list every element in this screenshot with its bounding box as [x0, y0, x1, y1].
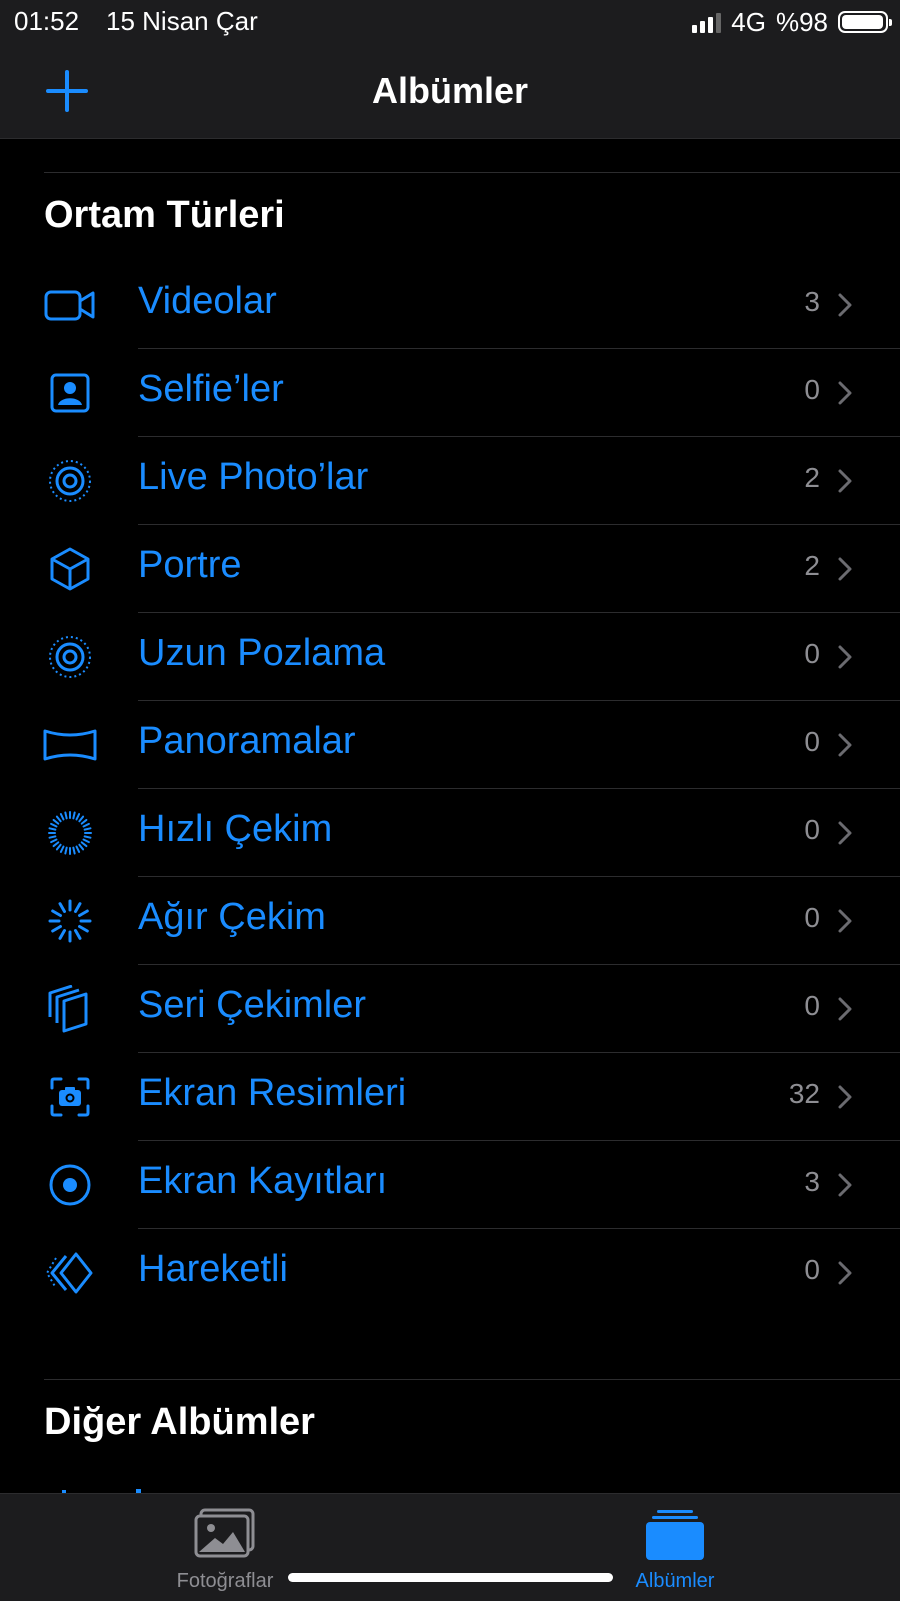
chevron-right-icon	[838, 1173, 852, 1197]
album-label: Panoramalar	[138, 720, 356, 762]
album-count: 0	[804, 1254, 820, 1285]
battery-percent: %98	[775, 6, 828, 37]
album-count: 2	[804, 550, 820, 581]
long-exposure-icon	[42, 631, 98, 683]
album-label: Seri Çekimler	[138, 984, 367, 1026]
album-row-screen-recordings[interactable]: Ekran Kayıtları 3	[0, 1141, 900, 1229]
tab-photos[interactable]: Fotoğraflar	[125, 1508, 325, 1598]
album-label: Uzun Pozlama	[138, 632, 386, 674]
album-label: Ağır Çekim	[138, 896, 326, 938]
tab-bar: Fotoğraflar Albümler	[0, 1493, 900, 1601]
album-count: 0	[804, 374, 820, 405]
chevron-right-icon	[838, 381, 852, 405]
album-label: Ekran Resimleri	[138, 1072, 407, 1114]
page-title: Albümler	[371, 70, 529, 111]
chevron-right-icon	[838, 1085, 852, 1109]
screen-recording-icon	[42, 1159, 98, 1211]
chevron-right-icon	[838, 821, 852, 845]
album-row-selfies[interactable]: Selfie’ler 0	[0, 349, 900, 437]
chevron-right-icon	[838, 469, 852, 493]
album-count: 2	[804, 462, 820, 493]
album-count: 0	[804, 814, 820, 845]
section-title-other-albums: Diğer Albümler	[44, 1401, 315, 1443]
status-indicators: 4G %98	[692, 6, 892, 38]
album-row-portrait[interactable]: Portre 2	[0, 525, 900, 613]
divider	[44, 1379, 900, 1380]
status-time: 01:52	[14, 6, 80, 36]
tab-albums[interactable]: Albümler	[575, 1508, 775, 1598]
album-count: 0	[804, 726, 820, 757]
cube-icon	[42, 543, 98, 595]
chevron-right-icon	[838, 909, 852, 933]
status-bar: 01:52 15 Nisan Çar 4G %98	[0, 0, 900, 44]
burst-icon	[42, 983, 98, 1035]
animated-icon	[42, 1247, 98, 1299]
album-count: 3	[804, 286, 820, 317]
panorama-icon	[42, 719, 98, 771]
album-row-live-photos[interactable]: Live Photo’lar 2	[0, 437, 900, 525]
album-row-long-exposure[interactable]: Uzun Pozlama 0	[0, 613, 900, 701]
partial-album-row[interactable]	[44, 1481, 244, 1493]
timelapse-icon	[42, 807, 98, 859]
selfie-portrait-icon	[42, 367, 98, 419]
chevron-right-icon	[838, 557, 852, 581]
divider	[44, 172, 900, 173]
album-label: Ekran Kayıtları	[138, 1160, 388, 1202]
album-row-slow-motion[interactable]: Ağır Çekim 0	[0, 877, 900, 965]
cellular-signal-icon	[692, 11, 722, 33]
slow-motion-icon	[42, 895, 98, 947]
album-row-bursts[interactable]: Seri Çekimler 0	[0, 965, 900, 1053]
album-label: Portre	[138, 544, 242, 586]
albums-list[interactable]: Ortam Türleri Videolar 3 Selfie’ler 0 Li…	[0, 139, 900, 1493]
battery-icon	[838, 11, 892, 33]
album-count: 0	[804, 902, 820, 933]
status-date: 15 Nisan Çar	[106, 6, 258, 36]
album-label: Live Photo’lar	[138, 456, 369, 498]
album-label: Hareketli	[138, 1248, 288, 1290]
album-row-videos[interactable]: Videolar 3	[0, 261, 900, 349]
album-label: Selfie’ler	[138, 368, 284, 410]
album-label: Hızlı Çekim	[138, 808, 333, 850]
album-label: Videolar	[138, 280, 277, 322]
album-count: 32	[788, 1078, 820, 1109]
chevron-right-icon	[838, 293, 852, 317]
photos-icon	[194, 1508, 255, 1558]
live-photo-icon	[42, 455, 98, 507]
album-count: 0	[804, 990, 820, 1021]
chevron-right-icon	[838, 645, 852, 669]
album-count: 3	[804, 1166, 820, 1197]
section-title-media-types: Ortam Türleri	[44, 194, 285, 236]
home-indicator[interactable]	[288, 1573, 613, 1582]
video-camera-icon	[42, 279, 98, 331]
chevron-right-icon	[838, 733, 852, 757]
album-row-panoramas[interactable]: Panoramalar 0	[0, 701, 900, 789]
album-count: 0	[804, 638, 820, 669]
chevron-right-icon	[838, 1261, 852, 1285]
album-row-timelapse[interactable]: Hızlı Çekim 0	[0, 789, 900, 877]
albums-icon	[646, 1510, 704, 1560]
network-type: 4G	[731, 6, 766, 37]
navigation-bar: Albümler	[0, 44, 900, 139]
album-row-screenshots[interactable]: Ekran Resimleri 32	[0, 1053, 900, 1141]
album-row-animated[interactable]: Hareketli 0	[0, 1229, 900, 1317]
chevron-right-icon	[838, 997, 852, 1021]
screenshot-icon	[42, 1071, 98, 1123]
